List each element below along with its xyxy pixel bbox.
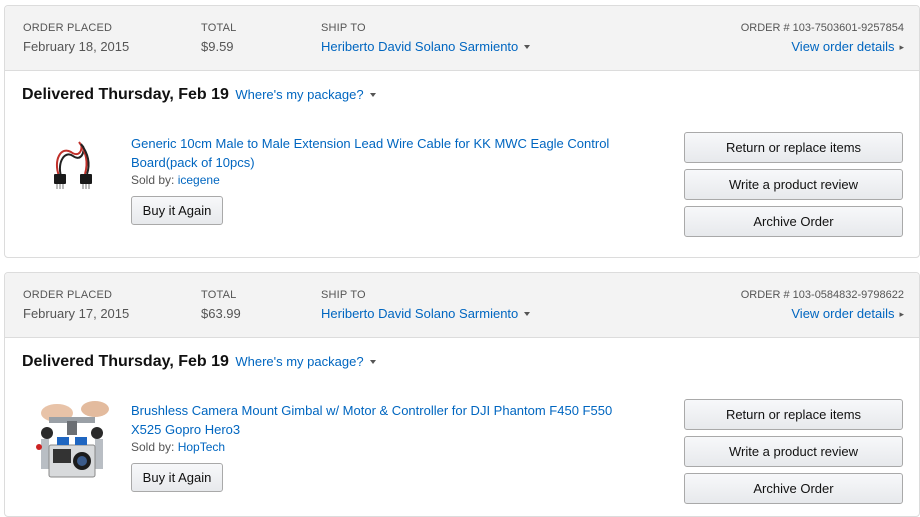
chevron-down-icon: [524, 44, 531, 49]
ship-to-recipient[interactable]: Heriberto David Solano Sarmiento: [321, 306, 531, 321]
delivery-status: Delivered Thursday, Feb 19 Where's my pa…: [22, 353, 376, 371]
ship-to-label: SHIP TO: [321, 22, 366, 34]
view-order-details-label: View order details: [791, 306, 895, 321]
order-number: ORDER # 103-7503601-9257854: [740, 22, 904, 34]
seller-link[interactable]: HopTech: [178, 440, 225, 454]
order-placed-date: February 17, 2015: [23, 306, 130, 321]
archive-order-button[interactable]: Archive Order: [684, 206, 903, 237]
wire-cable-product-image[interactable]: [27, 130, 117, 210]
order-placed-date: February 18, 2015: [23, 39, 130, 54]
sold-by-label: Sold by:: [131, 440, 175, 454]
ship-to-recipient[interactable]: Heriberto David Solano Sarmiento: [321, 39, 531, 54]
return-or-replace-button[interactable]: Return or replace items: [684, 132, 903, 163]
chevron-down-icon: [369, 92, 376, 97]
gimbal-product-image[interactable]: [27, 397, 117, 478]
order-header: ORDER PLACED February 17, 2015 TOTAL $63…: [5, 273, 919, 338]
chevron-down-icon: [524, 311, 531, 316]
delivery-status: Delivered Thursday, Feb 19 Where's my pa…: [22, 86, 376, 104]
total-label: TOTAL: [201, 289, 237, 301]
order-header: ORDER PLACED February 18, 2015 TOTAL $9.…: [5, 6, 919, 71]
wheres-my-package-label: Where's my package?: [235, 354, 364, 369]
ship-to-label: SHIP TO: [321, 289, 366, 301]
wheres-my-package-label: Where's my package?: [235, 87, 364, 102]
product-title-link[interactable]: Brushless Camera Mount Gimbal w/ Motor &…: [131, 401, 641, 439]
sold-by-label: Sold by:: [131, 173, 175, 187]
view-order-details-label: View order details: [791, 39, 895, 54]
chevron-right-icon: ▸: [899, 309, 904, 319]
order-placed-label: ORDER PLACED: [23, 22, 113, 34]
archive-order-button[interactable]: Archive Order: [684, 473, 903, 504]
write-review-button[interactable]: Write a product review: [684, 169, 903, 200]
delivery-status-text: Delivered Thursday, Feb 19: [22, 353, 229, 370]
wheres-my-package-link[interactable]: Where's my package?: [235, 87, 376, 102]
total-label: TOTAL: [201, 22, 237, 34]
write-review-button[interactable]: Write a product review: [684, 436, 903, 467]
product-title-link[interactable]: Generic 10cm Male to Male Extension Lead…: [131, 134, 641, 172]
order-card: ORDER PLACED February 18, 2015 TOTAL $9.…: [4, 5, 920, 258]
ship-to-name: Heriberto David Solano Sarmiento: [321, 306, 519, 321]
seller-link[interactable]: icegene: [178, 173, 220, 187]
delivery-status-text: Delivered Thursday, Feb 19: [22, 86, 229, 103]
order-number: ORDER # 103-0584832-9798622: [740, 289, 904, 301]
return-or-replace-button[interactable]: Return or replace items: [684, 399, 903, 430]
buy-it-again-button[interactable]: Buy it Again: [131, 463, 223, 492]
chevron-right-icon: ▸: [899, 42, 904, 52]
view-order-details-link[interactable]: View order details ▸: [791, 306, 904, 321]
view-order-details-link[interactable]: View order details ▸: [791, 39, 904, 54]
sold-by: Sold by: icegene: [131, 173, 220, 187]
ship-to-name: Heriberto David Solano Sarmiento: [321, 39, 519, 54]
order-card: ORDER PLACED February 17, 2015 TOTAL $63…: [4, 272, 920, 517]
order-placed-label: ORDER PLACED: [23, 289, 113, 301]
chevron-down-icon: [369, 359, 376, 364]
wheres-my-package-link[interactable]: Where's my package?: [235, 354, 376, 369]
sold-by: Sold by: HopTech: [131, 440, 225, 454]
buy-it-again-button[interactable]: Buy it Again: [131, 196, 223, 225]
order-total: $63.99: [201, 306, 241, 321]
order-total: $9.59: [201, 39, 234, 54]
